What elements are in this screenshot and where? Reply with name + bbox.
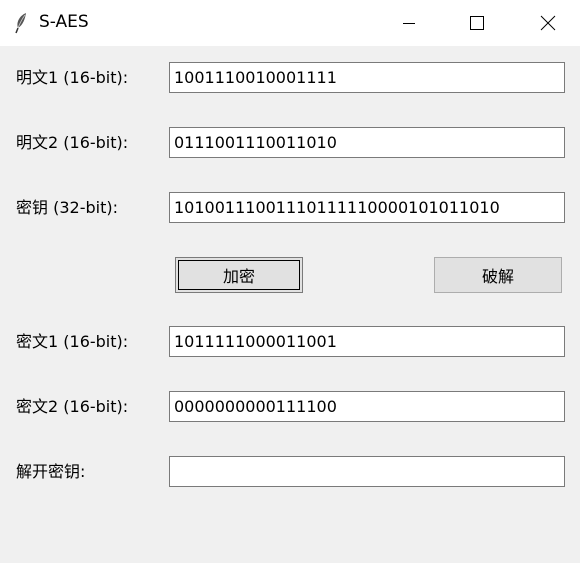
key-input[interactable]: 10100111001110111110000101011010 <box>169 192 565 223</box>
key-label: 密钥 (32-bit): <box>16 198 118 217</box>
ciphertext2-label: 密文2 (16-bit): <box>16 397 129 416</box>
minimize-icon <box>403 23 415 24</box>
plaintext1-input[interactable]: 1001110010001111 <box>169 62 565 93</box>
feather-icon <box>13 11 29 35</box>
crack-button-label: 破解 <box>481 267 514 286</box>
plaintext2-input[interactable]: 0111001110011010 <box>169 127 565 158</box>
maximize-button[interactable] <box>448 0 506 46</box>
ciphertext1-input[interactable]: 1011111000011001 <box>169 326 565 357</box>
close-icon <box>540 15 556 31</box>
cracked-key-input[interactable] <box>169 456 565 487</box>
app-window: S-AES 明文1 (16-bit): 1001110010001111 明文2… <box>0 0 580 563</box>
focus-ring <box>178 260 300 290</box>
encrypt-button[interactable]: 加密 <box>175 257 303 293</box>
ciphertext1-label: 密文1 (16-bit): <box>16 332 129 351</box>
minimize-button[interactable] <box>380 0 438 46</box>
window-title: S-AES <box>39 12 89 32</box>
title-bar[interactable]: S-AES <box>0 0 580 46</box>
close-button[interactable] <box>519 0 577 46</box>
cracked-key-label: 解开密钥: <box>16 462 86 481</box>
ciphertext2-input[interactable]: 0000000000111100 <box>169 391 565 422</box>
crack-button[interactable]: 破解 <box>434 257 562 293</box>
plaintext2-label: 明文2 (16-bit): <box>16 133 129 152</box>
plaintext1-label: 明文1 (16-bit): <box>16 68 129 87</box>
maximize-icon <box>470 16 484 30</box>
